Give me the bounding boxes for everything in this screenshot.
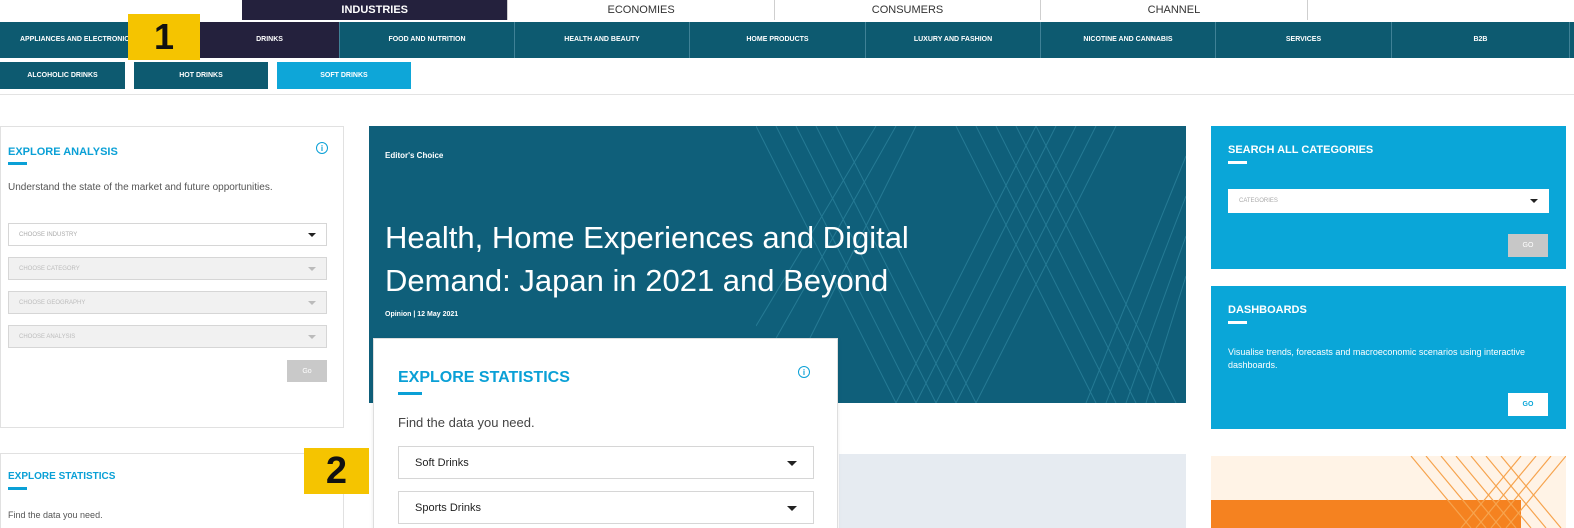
content-placeholder-panel bbox=[839, 454, 1186, 528]
page: INDUSTRIES ECONOMIES CONSUMERS CHANNEL A… bbox=[0, 0, 1574, 528]
hero-meta: Opinion | 12 May 2021 bbox=[385, 311, 459, 318]
choose-geography-select[interactable]: CHOOSE GEOGRAPHY bbox=[8, 291, 327, 314]
callout-number-two: 2 bbox=[304, 448, 369, 494]
industry-services[interactable]: SERVICES bbox=[1216, 22, 1392, 58]
select-value: Sports Drinks bbox=[415, 501, 482, 514]
industry-select[interactable]: Soft Drinks bbox=[398, 446, 814, 479]
industry-nav-bar: APPLIANCES AND ELECTRONICS DRINKS FOOD A… bbox=[0, 22, 1574, 58]
explore-statistics-description: Find the data you need. bbox=[398, 415, 535, 430]
go-button[interactable]: Go bbox=[287, 360, 327, 382]
industry-b2b[interactable]: B2B bbox=[1392, 22, 1570, 58]
industry-nicotine-cannabis[interactable]: NICOTINE AND CANNABIS bbox=[1041, 22, 1216, 58]
tab-empty[interactable] bbox=[1308, 0, 1574, 20]
explore-statistics-title: EXPLORE STATISTICS bbox=[398, 369, 570, 386]
title-rule bbox=[1228, 321, 1247, 324]
hero-title[interactable]: Health, Home Experiences and Digital Dem… bbox=[385, 216, 1025, 302]
info-icon[interactable]: i bbox=[316, 142, 328, 154]
title-rule bbox=[1228, 161, 1247, 164]
chevron-down-icon bbox=[308, 266, 316, 271]
subtab-hot-drinks[interactable]: HOT DRINKS bbox=[134, 62, 268, 89]
dashboards-title: DASHBOARDS bbox=[1228, 304, 1307, 316]
explore-statistics-card: EXPLORE STATISTICS i Find the data you n… bbox=[373, 338, 838, 528]
select-value: CHOOSE ANALYSIS bbox=[19, 333, 76, 340]
industry-health-beauty[interactable]: HEALTH AND BEAUTY bbox=[515, 22, 690, 58]
info-icon[interactable]: i bbox=[798, 366, 810, 378]
sub-category-tabs: ALCOHOLIC DRINKS HOT DRINKS SOFT DRINKS bbox=[0, 62, 411, 89]
chevron-down-icon bbox=[308, 300, 316, 305]
select-value: CATEGORIES bbox=[1239, 198, 1278, 204]
choose-category-select[interactable]: CHOOSE CATEGORY bbox=[8, 257, 327, 280]
search-all-title: SEARCH ALL CATEGORIES bbox=[1228, 144, 1374, 156]
select-value: CHOOSE CATEGORY bbox=[19, 265, 80, 272]
divider bbox=[0, 94, 1574, 95]
hero-kicker: Editor's Choice bbox=[385, 151, 444, 160]
title-rule bbox=[8, 162, 27, 165]
explore-analysis-description: Understand the state of the market and f… bbox=[8, 182, 273, 193]
categories-select[interactable]: CATEGORIES bbox=[1228, 189, 1549, 213]
chevron-down-icon bbox=[308, 334, 316, 339]
tab-channel[interactable]: CHANNEL bbox=[1041, 0, 1308, 20]
go-button[interactable]: GO bbox=[1508, 234, 1548, 257]
search-all-categories-card: SEARCH ALL CATEGORIES CATEGORIES GO bbox=[1211, 126, 1566, 269]
explore-statistics-card-small: EXPLORE STATISTICS Find the data you nee… bbox=[0, 453, 344, 528]
industry-luxury-fashion[interactable]: LUXURY AND FASHION bbox=[866, 22, 1041, 58]
choose-industry-select[interactable]: CHOOSE INDUSTRY bbox=[8, 223, 327, 246]
explore-analysis-title: EXPLORE ANALYSIS bbox=[8, 146, 118, 158]
industry-drinks[interactable]: DRINKS bbox=[200, 22, 340, 58]
choose-analysis-select[interactable]: CHOOSE ANALYSIS bbox=[8, 325, 327, 348]
explore-analysis-card: EXPLORE ANALYSIS i Understand the state … bbox=[0, 126, 344, 428]
dashboards-card: DASHBOARDS Visualise trends, forecasts a… bbox=[1211, 286, 1566, 429]
go-button[interactable]: GO bbox=[1508, 393, 1548, 416]
subtab-alcoholic-drinks[interactable]: ALCOHOLIC DRINKS bbox=[0, 62, 125, 89]
chevron-down-icon bbox=[787, 505, 797, 511]
industry-food-nutrition[interactable]: FOOD AND NUTRITION bbox=[340, 22, 515, 58]
callout-number-one: 1 bbox=[128, 14, 200, 60]
top-nav-tabs: INDUSTRIES ECONOMIES CONSUMERS CHANNEL bbox=[242, 0, 1574, 20]
select-value: CHOOSE INDUSTRY bbox=[19, 231, 78, 238]
chevron-down-icon bbox=[308, 232, 316, 237]
promo-card[interactable] bbox=[1211, 456, 1566, 528]
tab-consumers[interactable]: CONSUMERS bbox=[775, 0, 1042, 20]
industry-home-products[interactable]: HOME PRODUCTS bbox=[690, 22, 866, 58]
dashboards-description: Visualise trends, forecasts and macroeco… bbox=[1228, 347, 1525, 370]
category-select[interactable]: Sports Drinks bbox=[398, 491, 814, 524]
promo-pattern bbox=[1211, 456, 1566, 528]
tab-economies[interactable]: ECONOMIES bbox=[508, 0, 775, 20]
explore-statistics-title: EXPLORE STATISTICS bbox=[8, 471, 116, 482]
title-rule bbox=[8, 487, 27, 490]
select-value: Soft Drinks bbox=[415, 456, 469, 469]
select-value: CHOOSE GEOGRAPHY bbox=[19, 299, 86, 306]
chevron-down-icon bbox=[787, 460, 797, 466]
chevron-down-icon bbox=[1530, 199, 1538, 203]
title-rule bbox=[398, 392, 422, 395]
tab-industries[interactable]: INDUSTRIES bbox=[242, 0, 509, 20]
explore-statistics-description: Find the data you need. bbox=[8, 510, 103, 520]
subtab-soft-drinks[interactable]: SOFT DRINKS bbox=[277, 62, 411, 89]
